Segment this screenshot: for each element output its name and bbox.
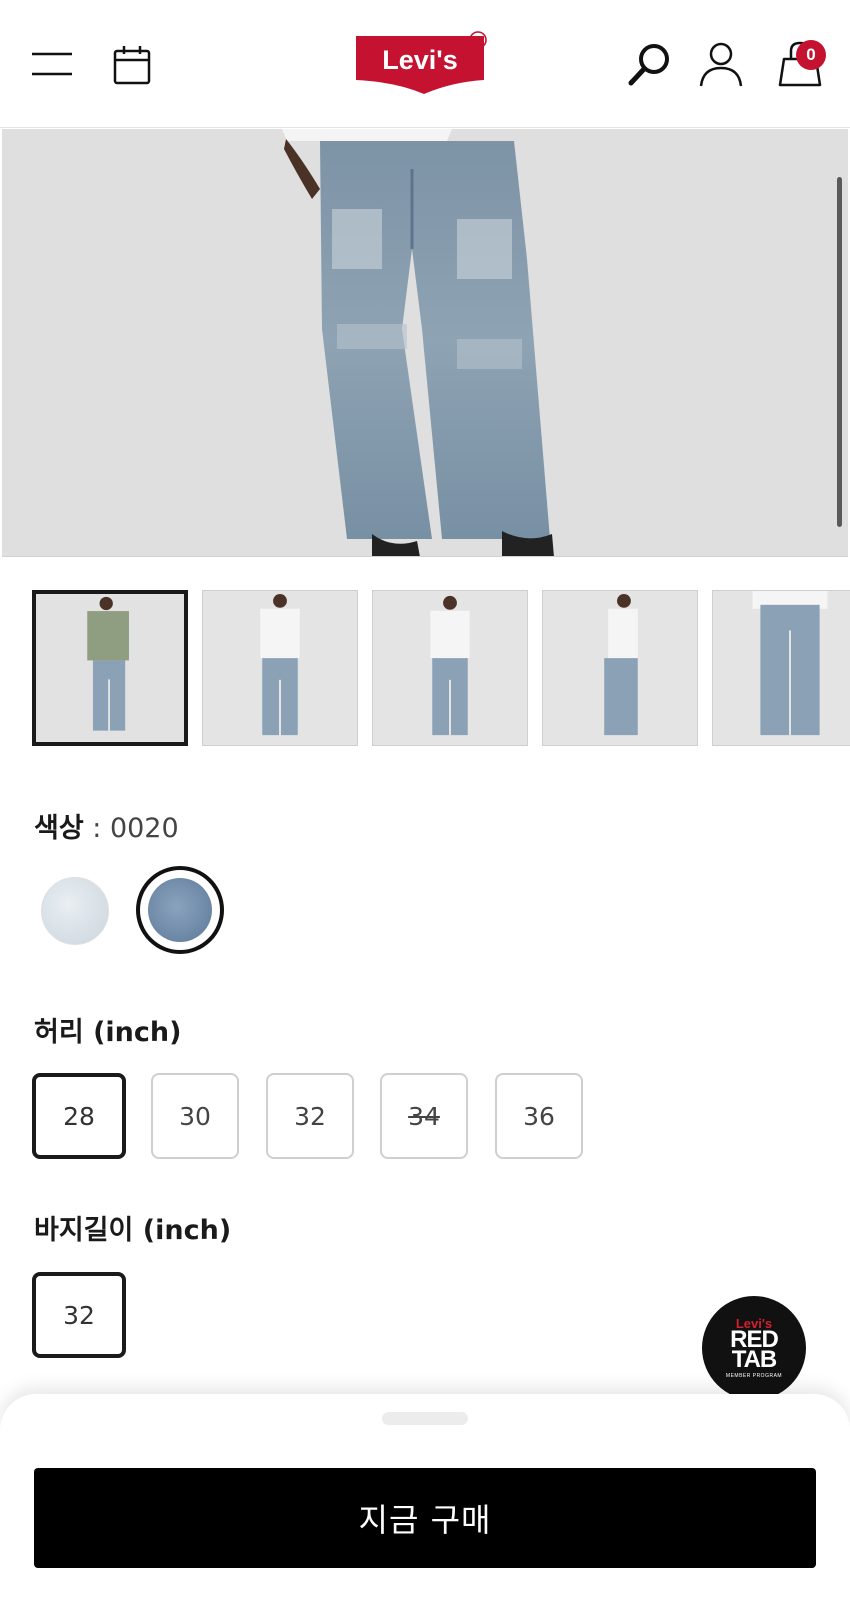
thumbnail-5[interactable] <box>712 590 850 746</box>
size-value: 32 <box>294 1101 326 1131</box>
shopping-bag-icon[interactable]: 0 <box>772 38 828 90</box>
thumbnail-4[interactable] <box>542 590 698 746</box>
waist-option-34[interactable]: 34 <box>380 1073 468 1159</box>
top-header: Levi's R 0 <box>0 0 850 128</box>
thumbnail-3[interactable] <box>372 590 528 746</box>
length-label: 바지길이 (inch) <box>34 1208 231 1247</box>
waist-option-28[interactable]: 28 <box>32 1073 126 1159</box>
color-separator: : <box>83 813 110 844</box>
hamburger-menu-icon[interactable] <box>28 44 76 84</box>
color-swatch-light-wash[interactable] <box>41 877 109 945</box>
size-value: 28 <box>63 1101 95 1131</box>
calendar-icon[interactable] <box>110 42 154 88</box>
buy-now-button[interactable]: 지금 구매 <box>34 1468 816 1568</box>
cart-count-badge: 0 <box>796 40 826 70</box>
color-value: 0020 <box>109 813 179 844</box>
red-tab-member-badge[interactable]: Levi's RED TAB MEMBER PROGRAM <box>702 1296 806 1400</box>
svg-text:R: R <box>474 35 482 47</box>
bottom-sheet: 지금 구매 <box>0 1394 850 1597</box>
redtab-line2: TAB <box>731 1346 778 1373</box>
account-icon[interactable] <box>696 38 746 90</box>
thumbnail-strip <box>32 590 850 746</box>
waist-label-text: 허리 <box>34 1017 84 1048</box>
swatch-fill <box>148 878 212 942</box>
waist-option-36[interactable]: 36 <box>495 1073 583 1159</box>
jeans-photo <box>2 129 848 556</box>
size-value: 30 <box>179 1101 211 1131</box>
waist-option-32[interactable]: 32 <box>266 1073 354 1159</box>
levis-logo[interactable]: Levi's R <box>352 30 500 98</box>
thumbnail-2[interactable] <box>202 590 358 746</box>
color-label: 색상 : 0020 <box>34 806 179 845</box>
product-main-image[interactable] <box>2 129 848 557</box>
redtab-sub: MEMBER PROGRAM <box>725 1373 783 1379</box>
size-value: 36 <box>523 1101 555 1131</box>
length-label-text: 바지길이 <box>34 1215 134 1246</box>
sheet-drag-handle[interactable] <box>382 1412 468 1425</box>
size-value: 34 <box>408 1101 440 1131</box>
waist-label: 허리 (inch) <box>34 1010 181 1049</box>
length-unit: (inch) <box>133 1215 232 1246</box>
logo-text: Levi's <box>382 45 457 75</box>
waist-option-30[interactable]: 30 <box>151 1073 239 1159</box>
length-option-32[interactable]: 32 <box>32 1272 126 1358</box>
size-value: 32 <box>63 1300 95 1330</box>
color-label-text: 색상 <box>34 813 84 844</box>
thumbnail-1[interactable] <box>32 590 188 746</box>
waist-unit: (inch) <box>83 1017 182 1048</box>
search-icon[interactable] <box>624 38 676 90</box>
image-scrollbar[interactable] <box>837 177 842 527</box>
color-swatch-medium-wash[interactable] <box>136 866 224 954</box>
